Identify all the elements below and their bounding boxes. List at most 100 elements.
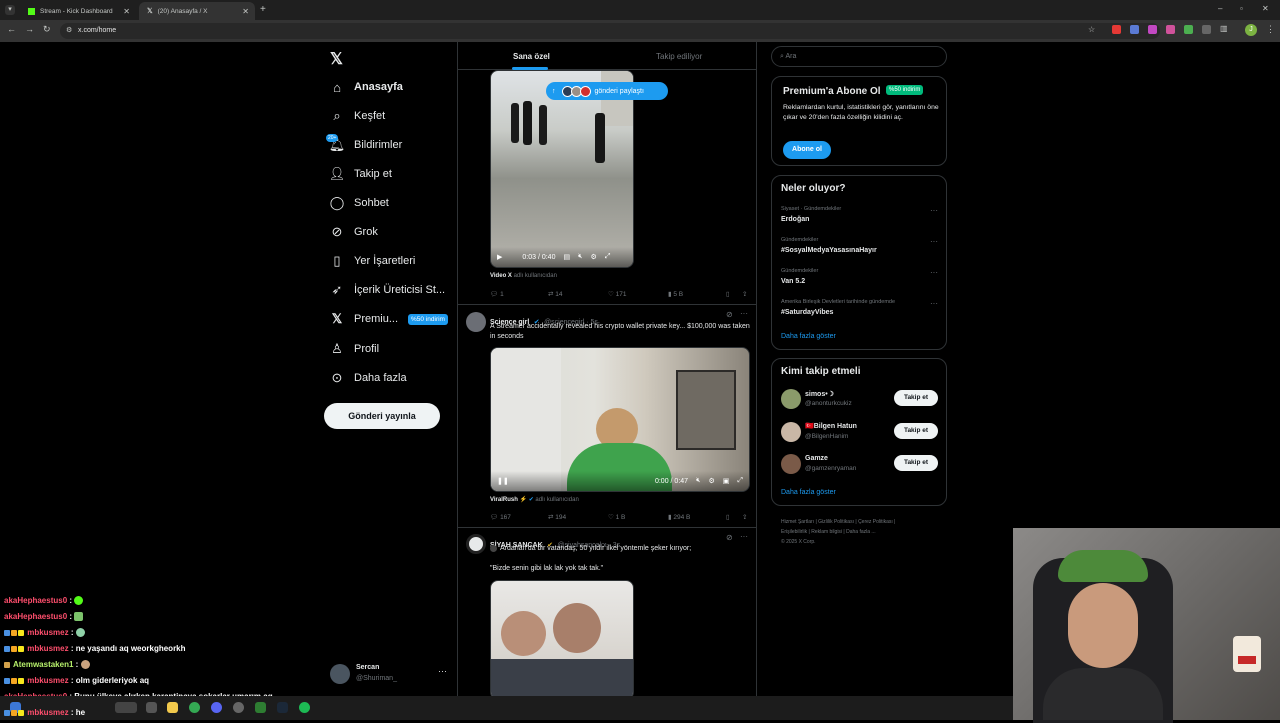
- bookmark-icon[interactable]: ▯: [726, 290, 730, 298]
- sidebar-item-more[interactable]: ⊙ Daha fazla: [328, 367, 407, 389]
- trend-item[interactable]: #SaturdayVibes: [781, 309, 833, 316]
- tweet-image[interactable]: [490, 580, 634, 696]
- tab-kick-dashboard[interactable]: Stream - Kick Dashboard ✕: [20, 2, 136, 20]
- sidebar-item-creator-studio[interactable]: ➶ İçerik Üreticisi St...: [328, 279, 446, 301]
- sidebar-item-home[interactable]: ⌂ Anasayfa: [328, 76, 403, 98]
- footer-link[interactable]: Çerez Politikası: [858, 519, 893, 525]
- picture-in-picture-icon[interactable]: ▣: [723, 477, 730, 485]
- share-icon[interactable]: ⇪: [742, 513, 747, 521]
- more-icon[interactable]: ···: [930, 237, 938, 246]
- steam-icon[interactable]: [277, 702, 288, 713]
- close-tab-icon[interactable]: ✕: [242, 7, 249, 16]
- search-input[interactable]: ⌕ Ara: [771, 46, 947, 67]
- footer-link[interactable]: Daha fazla ...: [846, 529, 875, 535]
- avatar[interactable]: [781, 389, 801, 409]
- repost-button[interactable]: ⇄ 14: [548, 290, 563, 298]
- forward-icon[interactable]: →: [25, 24, 34, 34]
- pause-icon[interactable]: ❚❚: [497, 477, 509, 485]
- tab-search-button[interactable]: ▾: [5, 5, 15, 15]
- extensions-puzzle-icon[interactable]: [1202, 25, 1211, 34]
- play-icon[interactable]: ▶: [497, 253, 502, 261]
- sidebar-panel-icon[interactable]: ▥: [1220, 24, 1228, 33]
- close-tab-icon[interactable]: ✕: [123, 7, 130, 16]
- back-icon[interactable]: ←: [7, 24, 16, 34]
- more-icon[interactable]: ···: [740, 309, 748, 318]
- extension-icon[interactable]: [1130, 25, 1139, 34]
- close-window-icon[interactable]: ✕: [1262, 4, 1269, 13]
- trend-item[interactable]: Van 5.2: [781, 278, 805, 285]
- settings-icon[interactable]: ⚙: [591, 253, 597, 261]
- avatar[interactable]: [466, 534, 486, 554]
- maximize-icon[interactable]: ▫: [1240, 4, 1243, 13]
- show-more-link[interactable]: Daha fazla göster: [781, 489, 836, 496]
- fullscreen-icon[interactable]: ⤢: [605, 253, 611, 261]
- views-button[interactable]: ▮ 5 B: [668, 290, 683, 298]
- new-tab-icon[interactable]: +: [260, 4, 266, 15]
- footer-link[interactable]: Reklam bilgisi: [811, 529, 842, 535]
- mute-icon[interactable]: 🔇︎: [696, 477, 700, 485]
- more-icon[interactable]: ···: [740, 532, 748, 541]
- new-posts-pill[interactable]: ↑ gönderi paylaştı: [546, 82, 668, 100]
- profile-avatar[interactable]: J: [1245, 24, 1257, 36]
- more-icon[interactable]: ···: [930, 206, 938, 215]
- bookmark-icon[interactable]: ▯: [726, 513, 730, 521]
- extension-icon[interactable]: [1166, 25, 1175, 34]
- footer-link[interactable]: Hizmet Şartları: [781, 519, 814, 525]
- avatar[interactable]: [466, 312, 486, 332]
- tab-following[interactable]: Takip ediliyor: [656, 52, 702, 61]
- task-view-icon[interactable]: [115, 702, 137, 713]
- source-name[interactable]: Video X: [490, 273, 512, 279]
- user-name[interactable]: 🇹🇷Bilgen Hatun: [805, 422, 857, 430]
- sidebar-item-chat[interactable]: ◯ Sohbet: [328, 192, 389, 214]
- follow-button[interactable]: Takip et: [894, 390, 938, 406]
- mute-icon[interactable]: 🔇︎: [578, 253, 582, 261]
- site-info-icon[interactable]: ⚙: [66, 26, 72, 34]
- more-icon[interactable]: ···: [930, 268, 938, 277]
- views-button[interactable]: ▮ 294 B: [668, 513, 690, 521]
- obs-icon[interactable]: [233, 702, 244, 713]
- taskbar-app-icon[interactable]: [146, 702, 157, 713]
- sidebar-item-notifications[interactable]: 🔔︎ 20+ Bildirimler: [326, 134, 402, 156]
- reload-icon[interactable]: ↻: [43, 24, 51, 35]
- extension-icon[interactable]: [1184, 25, 1193, 34]
- sidebar-item-follow[interactable]: 👤︎ Takip et: [328, 163, 392, 185]
- repost-button[interactable]: ⇄ 194: [548, 513, 566, 521]
- sidebar-item-profile[interactable]: ♙ Profil: [328, 338, 379, 360]
- minimize-icon[interactable]: –: [1218, 4, 1222, 13]
- user-name[interactable]: simos•☽: [805, 390, 834, 398]
- browser-menu-icon[interactable]: ⋮: [1266, 24, 1275, 35]
- grok-icon[interactable]: ⊘: [726, 310, 733, 319]
- file-explorer-icon[interactable]: [167, 702, 178, 713]
- trend-item[interactable]: Erdoğan: [781, 216, 809, 223]
- post-button[interactable]: Gönderi yayınla: [324, 403, 440, 429]
- extension-icon[interactable]: [1148, 25, 1157, 34]
- follow-button[interactable]: Takip et: [894, 455, 938, 471]
- tweet-video[interactable]: ❚❚ 0:00 / 0:47 🔇︎ ⚙ ▣ ⤢: [490, 347, 750, 492]
- show-more-link[interactable]: Daha fazla göster: [781, 333, 836, 340]
- settings-icon[interactable]: ⚙: [708, 477, 714, 485]
- avatar[interactable]: [781, 422, 801, 442]
- follow-button[interactable]: Takip et: [894, 423, 938, 439]
- like-button[interactable]: ♡ 171: [608, 290, 627, 298]
- tab-x-home[interactable]: 𝕏 (20) Anasayfa / X ✕: [139, 2, 255, 20]
- url-input[interactable]: ⚙ x.com/home: [60, 23, 1160, 39]
- sidebar-item-grok[interactable]: ⊘ Grok: [328, 221, 378, 243]
- spotify-icon[interactable]: [299, 702, 310, 713]
- x-logo-icon[interactable]: 𝕏: [330, 49, 343, 69]
- tab-for-you[interactable]: Sana özel: [513, 52, 550, 61]
- sidebar-item-explore[interactable]: ⌕ Keşfet: [328, 105, 385, 127]
- more-icon[interactable]: ···: [438, 666, 447, 676]
- footer-link[interactable]: Gizlilik Politikası: [818, 519, 854, 525]
- reply-button[interactable]: 💬︎ 167: [490, 513, 511, 521]
- user-name[interactable]: Gamze: [805, 455, 828, 462]
- captions-icon[interactable]: ▤: [563, 253, 570, 261]
- share-icon[interactable]: ⇪: [742, 290, 747, 298]
- footer-link[interactable]: Erişilebilirlik: [781, 529, 807, 535]
- account-switcher[interactable]: Sercan @Shuriman_ ···: [326, 660, 456, 688]
- more-icon[interactable]: ···: [930, 299, 938, 308]
- discord-icon[interactable]: [211, 702, 222, 713]
- fullscreen-icon[interactable]: ⤢: [737, 477, 743, 485]
- sidebar-item-bookmarks[interactable]: ▯ Yer İşaretleri: [328, 250, 415, 272]
- bookmark-star-icon[interactable]: ☆: [1088, 25, 1095, 34]
- taskbar-app-icon[interactable]: [255, 702, 266, 713]
